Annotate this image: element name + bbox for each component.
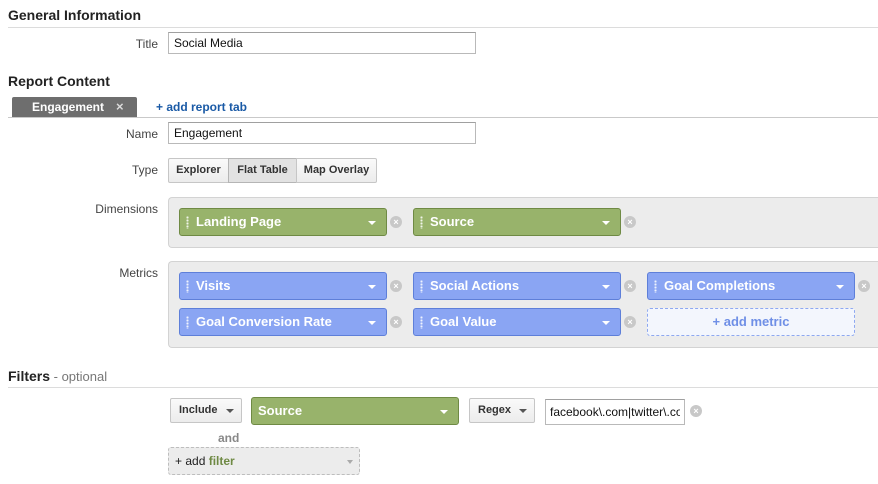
filters-heading: Filters - optional: [8, 368, 107, 384]
remove-filter-icon[interactable]: ×: [690, 405, 702, 417]
dimension-chip-landing-page[interactable]: Landing Page: [179, 208, 387, 236]
chevron-down-icon[interactable]: [602, 221, 610, 225]
chevron-down-icon[interactable]: [440, 410, 448, 414]
title-label: Title: [135, 37, 158, 51]
filter-dimension-label: Source: [258, 403, 303, 418]
type-map-overlay-button[interactable]: Map Overlay: [296, 158, 377, 183]
chevron-down-icon[interactable]: [368, 221, 376, 225]
metric-chip-social-actions[interactable]: Social Actions: [413, 272, 621, 300]
add-metric-button[interactable]: + add metric: [647, 308, 855, 336]
name-input[interactable]: [168, 122, 476, 144]
metric-chip-visits[interactable]: Visits: [179, 272, 387, 300]
add-filter-button[interactable]: + add filter: [168, 447, 360, 475]
divider: [8, 387, 878, 388]
chevron-down-icon[interactable]: [368, 321, 376, 325]
remove-metric-goal-conversion-rate-icon[interactable]: ×: [390, 316, 402, 328]
grip-icon[interactable]: [654, 280, 657, 293]
remove-metric-visits-icon[interactable]: ×: [390, 280, 402, 292]
metric-label: Social Actions: [430, 278, 520, 293]
general-information-heading: General Information: [8, 7, 142, 23]
and-label: and: [218, 431, 240, 445]
tab-engagement[interactable]: Engagement ×: [12, 97, 137, 117]
match-type-label: Regex: [478, 404, 512, 416]
remove-metric-goal-completions-icon[interactable]: ×: [858, 280, 870, 292]
chevron-down-icon[interactable]: [836, 285, 844, 289]
name-label: Name: [125, 127, 158, 141]
grip-icon[interactable]: [186, 216, 189, 229]
dimension-chip-source[interactable]: Source: [413, 208, 621, 236]
type-explorer-button[interactable]: Explorer: [168, 158, 229, 183]
filter-dimension-chip-source[interactable]: Source: [251, 397, 459, 425]
match-type-dropdown[interactable]: Regex: [469, 398, 535, 423]
metric-label: Visits: [196, 278, 231, 293]
metric-chip-goal-conversion-rate[interactable]: Goal Conversion Rate: [179, 308, 387, 336]
metric-label: Goal Conversion Rate: [196, 314, 332, 329]
metric-chip-goal-value[interactable]: Goal Value: [413, 308, 621, 336]
remove-dimension-landing-page-icon[interactable]: ×: [390, 216, 402, 228]
add-filter-word: filter: [208, 454, 235, 468]
filter-expression-input[interactable]: [545, 399, 685, 425]
grip-icon[interactable]: [186, 316, 189, 329]
include-label: Include: [179, 404, 218, 416]
type-label: Type: [131, 163, 158, 177]
metric-chip-goal-completions[interactable]: Goal Completions: [647, 272, 855, 300]
chevron-down-icon[interactable]: [602, 285, 610, 289]
metrics-label: Metrics: [119, 266, 158, 280]
dimension-label: Source: [430, 214, 475, 229]
type-flat-table-button[interactable]: Flat Table: [228, 158, 297, 183]
grip-icon[interactable]: [420, 216, 423, 229]
chevron-down-icon[interactable]: [226, 409, 234, 413]
report-content-heading: Report Content: [8, 73, 110, 89]
chevron-down-icon[interactable]: [602, 321, 610, 325]
divider: [8, 27, 878, 28]
grip-icon[interactable]: [420, 316, 423, 329]
remove-metric-goal-value-icon[interactable]: ×: [624, 316, 636, 328]
include-dropdown[interactable]: Include: [170, 398, 242, 423]
dimension-label: Landing Page: [196, 214, 282, 229]
filters-heading-text: Filters: [8, 368, 51, 384]
chevron-down-icon[interactable]: [347, 460, 353, 464]
remove-dimension-source-icon[interactable]: ×: [624, 216, 636, 228]
add-filter-prefix: + add: [175, 454, 206, 468]
grip-icon[interactable]: [186, 280, 189, 293]
add-report-tab-link[interactable]: + add report tab: [156, 100, 247, 114]
grip-icon[interactable]: [420, 280, 423, 293]
metric-label: Goal Completions: [664, 278, 776, 293]
dimensions-label: Dimensions: [95, 202, 158, 216]
filters-optional-note: - optional: [50, 369, 108, 384]
remove-metric-social-actions-icon[interactable]: ×: [624, 280, 636, 292]
close-icon[interactable]: ×: [116, 97, 124, 117]
tab-label: Engagement: [32, 100, 105, 114]
chevron-down-icon[interactable]: [519, 409, 527, 413]
metric-label: Goal Value: [430, 314, 497, 329]
tab-divider: [8, 117, 878, 118]
title-input[interactable]: [168, 32, 476, 54]
chevron-down-icon[interactable]: [368, 285, 376, 289]
